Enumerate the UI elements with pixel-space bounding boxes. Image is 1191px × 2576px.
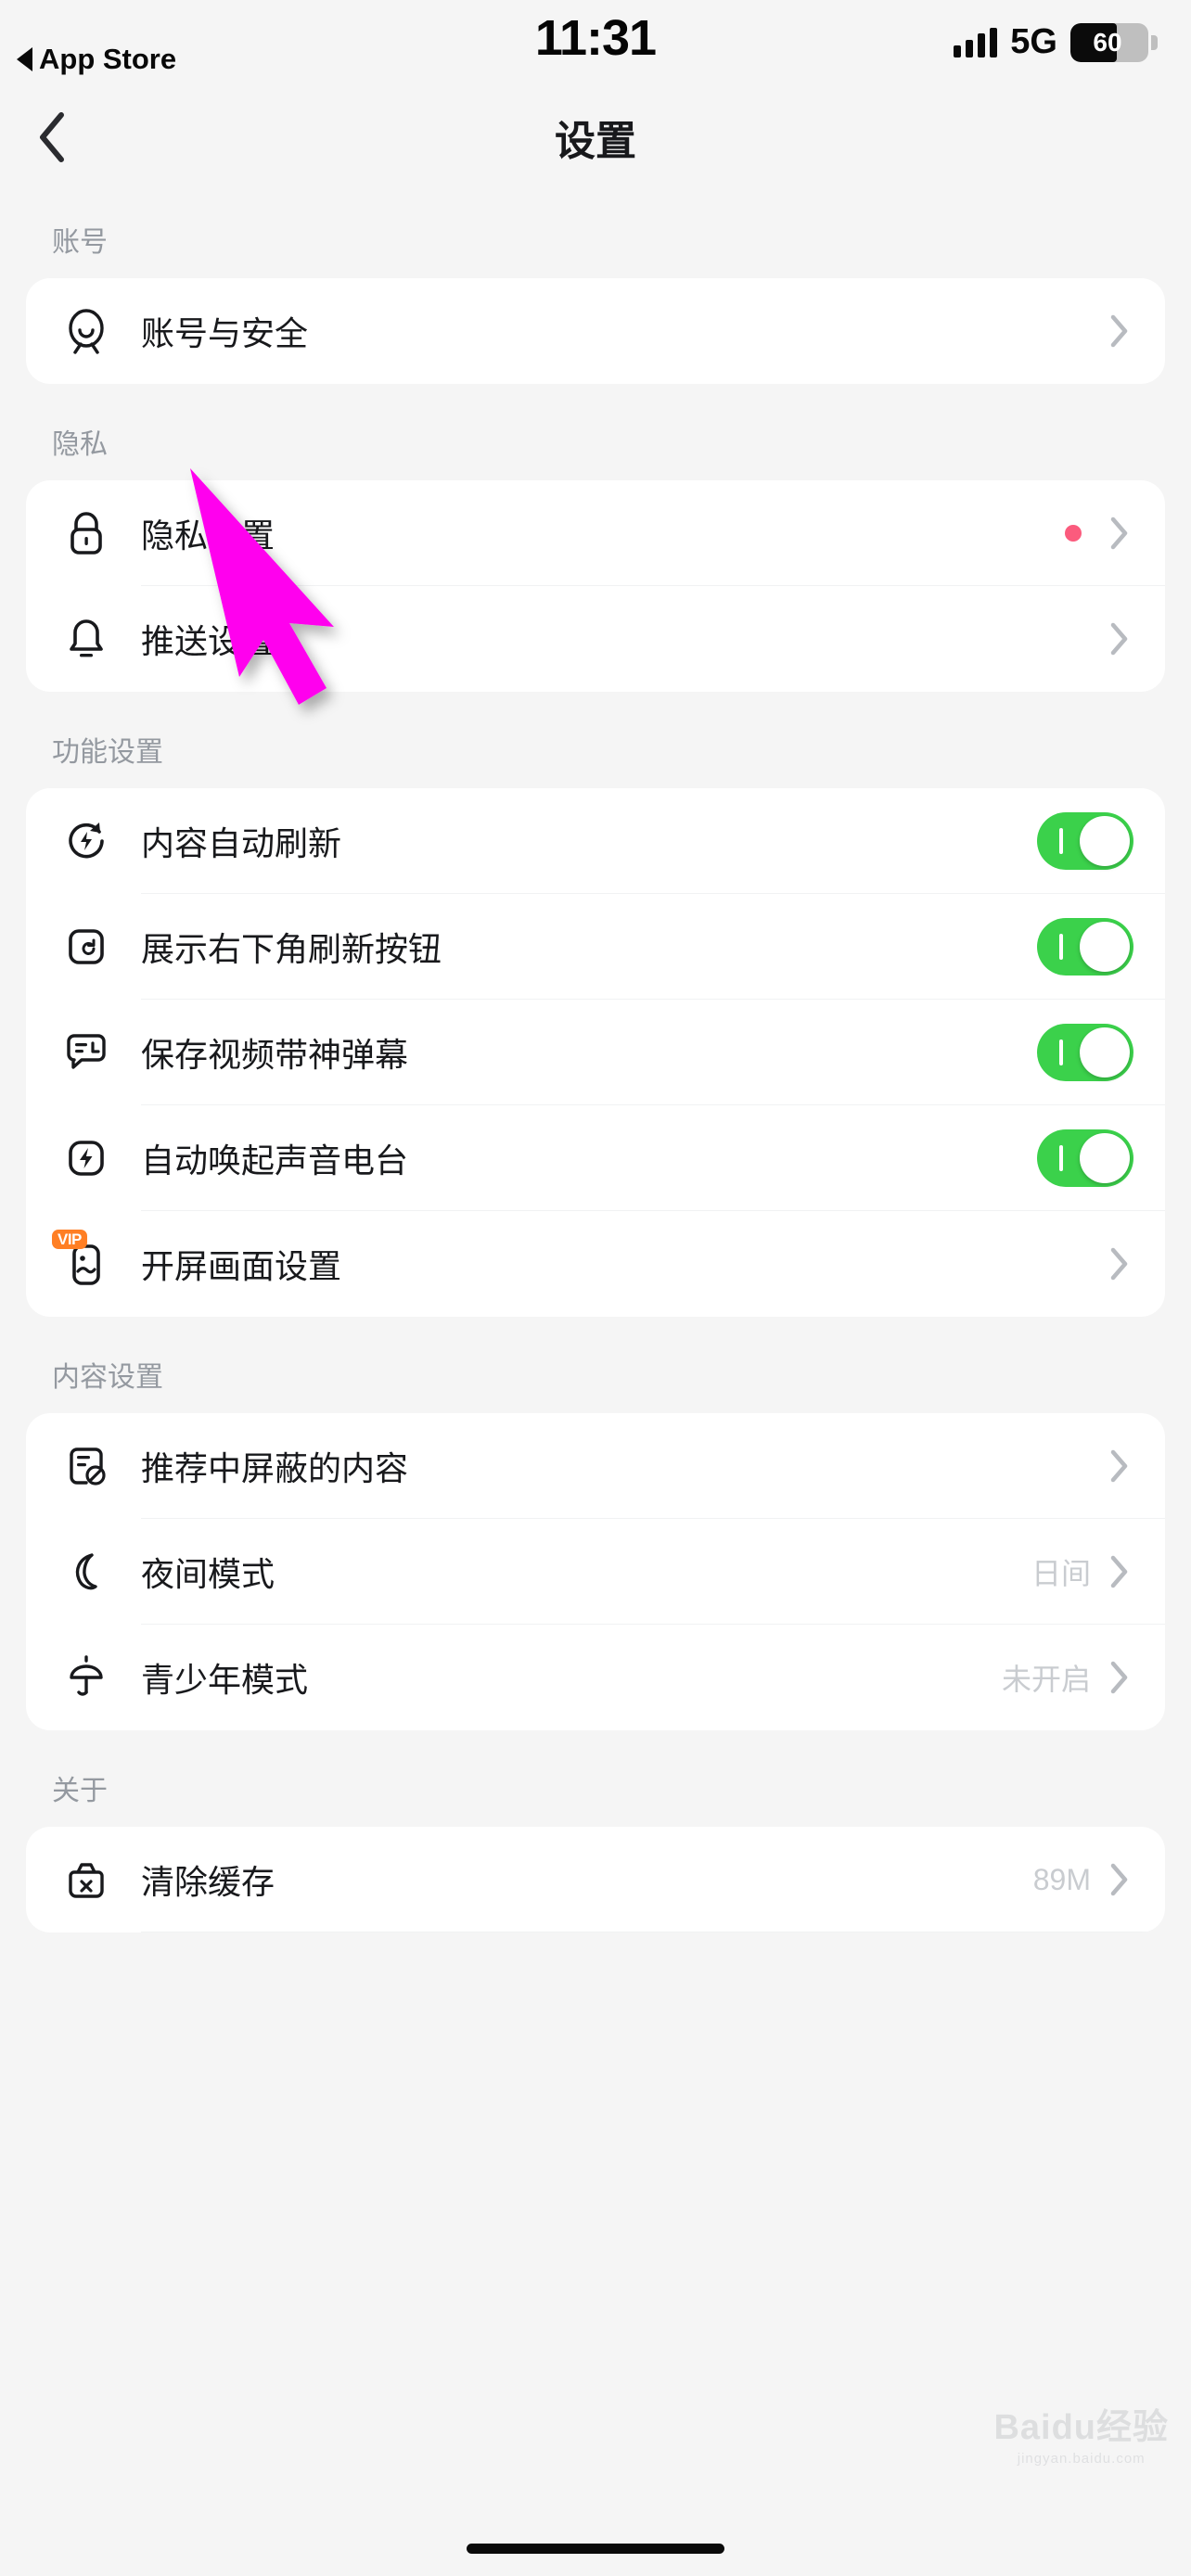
watermark: Baidu经验 jingyan.baidu.com xyxy=(993,2398,1169,2467)
return-app-label: App Store xyxy=(39,43,177,75)
settings-row-label: 青少年模式 xyxy=(141,1661,309,1699)
chevron-right-icon xyxy=(1106,1448,1133,1484)
section-card-about: 清除缓存 89M xyxy=(26,1827,1165,1932)
account-avatar-icon xyxy=(58,302,115,360)
settings-row-night-mode[interactable]: 夜间模式 日间 xyxy=(26,1519,1165,1625)
settings-row-blocked-content[interactable]: 推荐中屏蔽的内容 xyxy=(26,1413,1165,1519)
bell-icon xyxy=(58,610,115,668)
splash-screen-icon: VIP xyxy=(52,1230,115,1293)
toggle-save-video-danmaku[interactable] xyxy=(1037,1024,1133,1081)
settings-row-show-refresh-button[interactable]: 展示右下角刷新按钮 xyxy=(26,894,1165,1000)
settings-row-value: 未开启 xyxy=(1001,1663,1091,1696)
section-header-account: 账号 xyxy=(52,227,108,258)
moon-icon xyxy=(58,1543,115,1600)
settings-row-label: 隐私设置 xyxy=(141,516,275,555)
blocked-content-icon xyxy=(58,1437,115,1495)
save-video-danmaku-icon xyxy=(58,1024,115,1081)
settings-row-save-video-danmaku[interactable]: 保存视频带神弹幕 xyxy=(26,1000,1165,1105)
chevron-right-icon xyxy=(1106,1660,1133,1695)
navigation-bar: 设置 xyxy=(0,93,1191,182)
chevron-right-icon xyxy=(1106,313,1133,349)
settings-row-label: 推荐中屏蔽的内容 xyxy=(141,1449,409,1487)
section-header-content-settings: 内容设置 xyxy=(52,1362,163,1393)
settings-row-auto-audio-radio[interactable]: 自动唤起声音电台 xyxy=(26,1105,1165,1211)
settings-row-label: 账号与安全 xyxy=(141,314,309,352)
clear-cache-icon xyxy=(58,1851,115,1908)
settings-row-label: 开屏画面设置 xyxy=(141,1247,342,1285)
toggle-auto-audio-radio[interactable] xyxy=(1037,1129,1133,1187)
watermark-main-text: Baidu经验 xyxy=(993,2408,1169,2447)
section-header-privacy: 隐私 xyxy=(52,429,108,460)
battery-icon: 60 xyxy=(1070,22,1148,62)
section-card-account: 账号与安全 xyxy=(26,278,1165,384)
battery-level-label: 60 xyxy=(1093,27,1122,57)
watermark-sub-text: jingyan.baidu.com xyxy=(1017,2451,1146,2467)
status-bar-indicators: 5G 60 xyxy=(954,22,1158,62)
toggle-show-refresh-button[interactable] xyxy=(1037,918,1133,976)
signal-strength-icon xyxy=(954,27,998,57)
section-header-feature-settings: 功能设置 xyxy=(52,737,163,768)
settings-row-label: 夜间模式 xyxy=(141,1555,275,1593)
network-type-label: 5G xyxy=(1010,22,1057,61)
settings-row-label: 清除缓存 xyxy=(141,1863,275,1901)
settings-row-account-security[interactable]: 账号与安全 xyxy=(26,278,1165,384)
settings-row-auto-refresh[interactable]: 内容自动刷新 xyxy=(26,788,1165,894)
refresh-button-corner-icon xyxy=(58,918,115,976)
teen-mode-icon xyxy=(58,1649,115,1706)
settings-row-label: 保存视频带神弹幕 xyxy=(141,1036,409,1074)
page-title: 设置 xyxy=(555,119,636,164)
section-card-privacy: 隐私设置 推送设置 xyxy=(26,480,1165,692)
section-card-content-settings: 推荐中屏蔽的内容 夜间模式 日间 青少年模式 未开启 xyxy=(26,1413,1165,1730)
toggle-auto-refresh[interactable] xyxy=(1037,812,1133,870)
lock-icon xyxy=(58,504,115,562)
back-triangle-icon xyxy=(17,47,32,71)
settings-row-label: 内容自动刷新 xyxy=(141,824,342,862)
audio-radio-icon xyxy=(58,1129,115,1187)
chevron-right-icon xyxy=(1106,621,1133,657)
settings-list: 账号 账号与安全 隐私 隐私设置 推送设置 功能设置 内容自动刷新 展示右下角刷… xyxy=(0,182,1191,1932)
settings-row-label: 推送设置 xyxy=(141,622,275,660)
settings-row-push-settings[interactable]: 推送设置 xyxy=(26,586,1165,692)
chevron-right-icon xyxy=(1106,1862,1133,1897)
status-bar: 11:31 App Store 5G 60 xyxy=(0,0,1191,93)
settings-row-value: 日间 xyxy=(1031,1557,1091,1590)
battery-nub-icon xyxy=(1151,34,1158,50)
unread-badge-dot xyxy=(1065,525,1082,542)
chevron-right-icon xyxy=(1106,516,1133,551)
settings-row-value: 89M xyxy=(1032,1862,1091,1896)
chevron-right-icon xyxy=(1106,1554,1133,1589)
auto-refresh-icon xyxy=(58,812,115,870)
chevron-right-icon xyxy=(1106,1246,1133,1282)
settings-row-label: 展示右下角刷新按钮 xyxy=(141,930,442,968)
section-header-about: 关于 xyxy=(52,1776,108,1806)
settings-row-privacy-settings[interactable]: 隐私设置 xyxy=(26,480,1165,586)
section-card-feature-settings: 内容自动刷新 展示右下角刷新按钮 保存视频带神弹幕 自动唤起声音电台 VIP 开… xyxy=(26,788,1165,1317)
settings-row-splash-screen[interactable]: VIP 开屏画面设置 xyxy=(26,1211,1165,1317)
settings-row-label: 自动唤起声音电台 xyxy=(141,1141,409,1180)
settings-row-teen-mode[interactable]: 青少年模式 未开启 xyxy=(26,1625,1165,1730)
settings-row-clear-cache[interactable]: 清除缓存 89M xyxy=(26,1827,1165,1932)
home-indicator[interactable] xyxy=(467,2544,724,2554)
return-to-app-button[interactable]: App Store xyxy=(17,43,176,76)
vip-badge: VIP xyxy=(52,1230,87,1249)
